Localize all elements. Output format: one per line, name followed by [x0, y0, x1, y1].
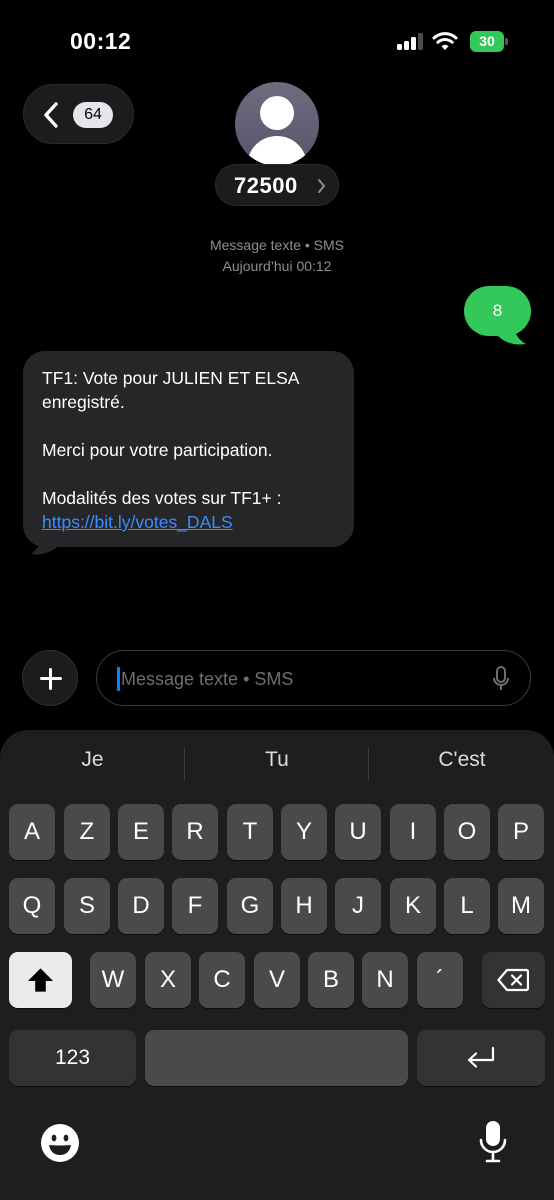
- message-line: Merci pour votre participation.: [42, 440, 273, 460]
- key-m[interactable]: M: [498, 878, 544, 934]
- key-r[interactable]: R: [172, 804, 218, 860]
- unread-count-badge: 64: [73, 102, 113, 128]
- key-w[interactable]: W: [90, 952, 136, 1008]
- shift-icon: [27, 968, 54, 992]
- emoji-icon[interactable]: [40, 1123, 80, 1163]
- delete-key[interactable]: [482, 952, 545, 1008]
- chevron-left-icon: [44, 102, 58, 128]
- key-j[interactable]: J: [335, 878, 381, 934]
- key-p[interactable]: P: [498, 804, 544, 860]
- text-cursor: [117, 667, 120, 691]
- received-message-bubble[interactable]: TF1: Vote pour JULIEN ET ELSA enregistré…: [23, 351, 354, 547]
- message-service-label: Message texte • SMS: [209, 237, 345, 253]
- return-icon: [467, 1046, 495, 1068]
- keyboard: Je Tu C'est A Z E R T Y U I O P Q S D F …: [0, 730, 554, 1200]
- contact-name-button[interactable]: 72500: [215, 164, 339, 206]
- key-n[interactable]: N: [362, 952, 408, 1008]
- numbers-key[interactable]: 123: [9, 1030, 136, 1086]
- key-e[interactable]: E: [118, 804, 164, 860]
- key-k[interactable]: K: [390, 878, 436, 934]
- suggestion-1[interactable]: Je: [20, 748, 165, 780]
- key-o[interactable]: O: [444, 804, 490, 860]
- message-timestamp: Aujourd’hui 00:12: [222, 258, 332, 274]
- key-h[interactable]: H: [281, 878, 327, 934]
- battery-charging-icon: 30: [470, 31, 508, 52]
- dictation-icon[interactable]: [479, 1120, 507, 1164]
- key-d[interactable]: D: [118, 878, 164, 934]
- wifi-icon: [432, 32, 458, 50]
- battery-level: 30: [470, 31, 504, 52]
- key-accent[interactable]: ´: [417, 952, 463, 1008]
- key-z[interactable]: Z: [64, 804, 110, 860]
- message-link[interactable]: https://bit.ly/votes_DALS: [42, 512, 233, 532]
- contact-name: 72500: [234, 173, 298, 198]
- key-s[interactable]: S: [64, 878, 110, 934]
- key-q[interactable]: Q: [9, 878, 55, 934]
- key-x[interactable]: X: [145, 952, 191, 1008]
- key-i[interactable]: I: [390, 804, 436, 860]
- key-v[interactable]: V: [254, 952, 300, 1008]
- space-key[interactable]: [145, 1030, 408, 1086]
- microphone-icon[interactable]: [492, 666, 510, 692]
- sent-message-bubble[interactable]: 8: [464, 286, 531, 336]
- key-g[interactable]: G: [227, 878, 273, 934]
- key-t[interactable]: T: [227, 804, 273, 860]
- back-button[interactable]: 64: [23, 84, 134, 144]
- key-c[interactable]: C: [199, 952, 245, 1008]
- message-input[interactable]: [96, 650, 531, 706]
- key-b[interactable]: B: [308, 952, 354, 1008]
- add-attachment-button[interactable]: [22, 650, 78, 706]
- suggestion-3[interactable]: C'est: [388, 748, 536, 780]
- key-u[interactable]: U: [335, 804, 381, 860]
- status-time: 00:12: [70, 28, 132, 54]
- key-a[interactable]: A: [9, 804, 55, 860]
- key-l[interactable]: L: [444, 878, 490, 934]
- key-f[interactable]: F: [172, 878, 218, 934]
- suggestion-2[interactable]: Tu: [204, 748, 350, 780]
- chevron-right-icon: [318, 179, 325, 193]
- shift-key[interactable]: [9, 952, 72, 1008]
- person-avatar-icon[interactable]: [235, 82, 319, 166]
- message-field[interactable]: [121, 665, 481, 693]
- message-line: Modalités des votes sur TF1+ :: [42, 488, 282, 508]
- message-line: TF1: Vote pour JULIEN ET ELSA enregistré…: [42, 368, 299, 412]
- key-y[interactable]: Y: [281, 804, 327, 860]
- cellular-signal-icon: [397, 33, 425, 50]
- return-key[interactable]: [417, 1030, 545, 1086]
- delete-icon: [497, 968, 529, 992]
